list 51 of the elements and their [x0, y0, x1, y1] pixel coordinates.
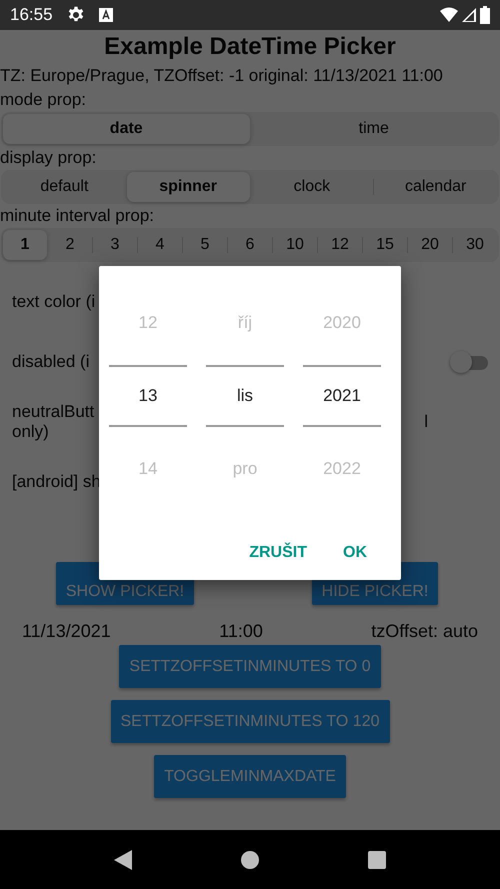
spinner-item[interactable]: 2020: [303, 299, 381, 347]
setting-label: disabled (i: [12, 352, 90, 372]
time-value: 11:00: [219, 620, 263, 643]
segment-tab[interactable]: 10: [273, 230, 317, 260]
keyboard-icon: [98, 8, 113, 22]
segment-tab[interactable]: 2: [48, 230, 92, 260]
date-value: 11/13/2021: [22, 620, 111, 643]
spinner-item[interactable]: 2021: [323, 372, 361, 420]
wifi-icon: [440, 7, 458, 23]
segment-tab[interactable]: 30: [453, 230, 497, 260]
spinner-item[interactable]: říj: [206, 299, 284, 347]
timezone-info: TZ: Europe/Prague, TZOffset: -1 original: 11/13/2021 11:00: [0, 65, 444, 87]
segment-tab[interactable]: time: [250, 114, 497, 144]
segment-tab[interactable]: 15: [363, 230, 407, 260]
minute-interval-label: minute interval prop:: [0, 205, 156, 227]
segment-tab[interactable]: 1: [3, 230, 47, 260]
signal-icon: [462, 8, 476, 22]
spinner-item[interactable]: lis: [236, 372, 254, 420]
spinner-item[interactable]: 2022: [303, 445, 381, 493]
segment-tab[interactable]: date: [3, 114, 250, 144]
action-button[interactable]: SETTZOFFSETINMINUTES TO 120: [110, 700, 390, 743]
setting-value: l: [424, 412, 428, 432]
segment-tab[interactable]: calendar: [374, 172, 497, 202]
segment-tab[interactable]: spinner: [126, 172, 250, 202]
battery-icon: [480, 6, 490, 24]
segment-tab[interactable]: 6: [228, 230, 272, 260]
setting-label: neutralButt only): [12, 402, 96, 442]
back-icon[interactable]: [114, 850, 132, 870]
spinner-item[interactable]: 14: [109, 445, 187, 493]
segment-tab[interactable]: 12: [318, 230, 362, 260]
segment-tab[interactable]: 20: [408, 230, 452, 260]
action-button[interactable]: SETTZOFFSETINMINUTES TO 0: [119, 645, 381, 688]
tz-offset-value: tzOffset: auto: [371, 620, 478, 643]
segment-tab[interactable]: clock: [250, 172, 374, 202]
spinner-item[interactable]: 13: [138, 372, 158, 420]
display-prop-label: display prop:: [0, 147, 98, 169]
mode-prop-label: mode prop:: [0, 89, 87, 111]
recents-icon[interactable]: [368, 850, 386, 868]
action-button[interactable]: TOGGLEMINMAXDATE: [154, 755, 346, 798]
segment-tab[interactable]: 4: [138, 230, 182, 260]
segment-tab[interactable]: default: [3, 172, 126, 202]
home-icon[interactable]: [240, 850, 259, 868]
clock-time: 16:55: [10, 5, 53, 25]
segment-tab[interactable]: 3: [93, 230, 137, 260]
spinner-item[interactable]: 12: [109, 299, 187, 347]
spinner-item[interactable]: pro: [206, 445, 284, 493]
setting-label: text color (i: [12, 292, 96, 312]
settings-icon: [66, 6, 85, 24]
segment-tab[interactable]: 5: [183, 230, 227, 260]
page-title: Example DateTime Picker: [103, 32, 397, 62]
toggle-switch[interactable]: [450, 353, 488, 371]
